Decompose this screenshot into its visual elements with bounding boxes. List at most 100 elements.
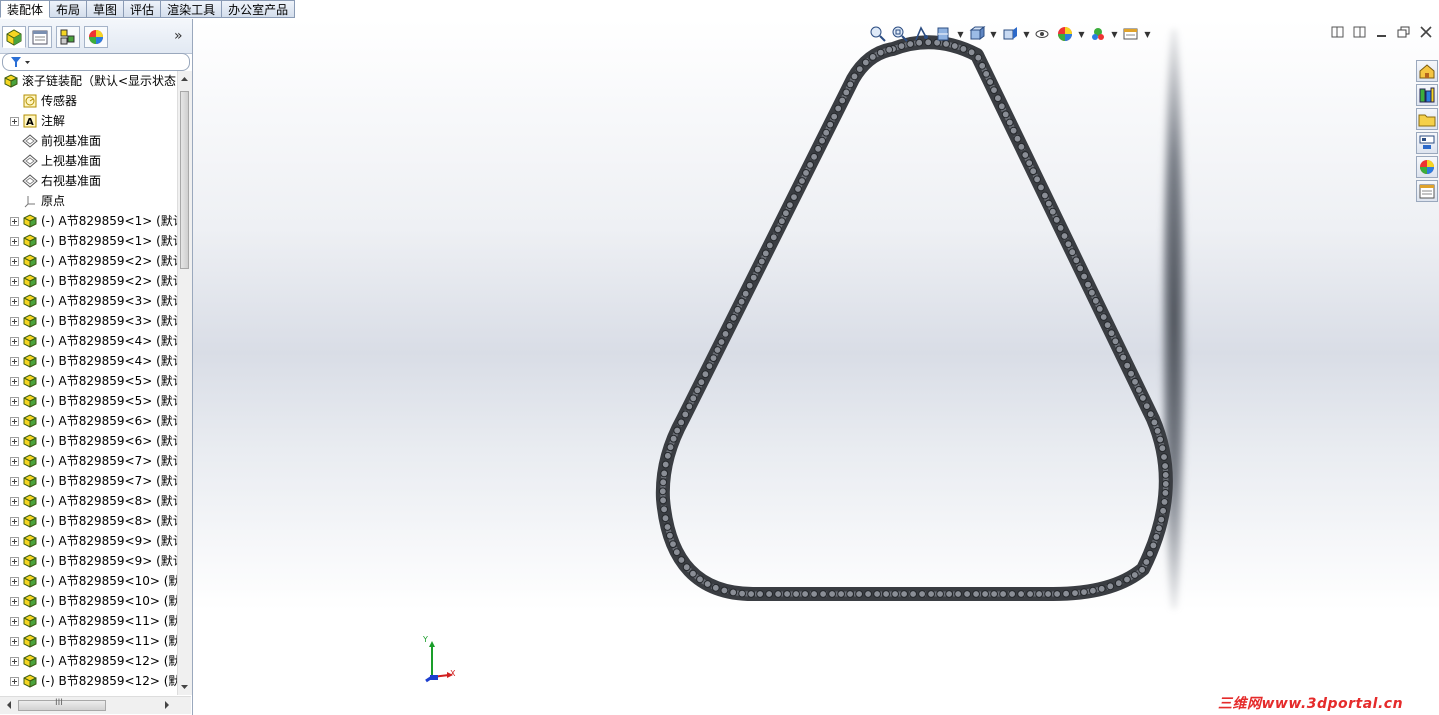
expand-toggle-icon[interactable] [10, 397, 19, 406]
expand-toggle-icon[interactable] [10, 277, 19, 286]
command-tab[interactable]: 办公室产品 [222, 0, 296, 18]
tree-item[interactable]: (-) B节829859<11> (默认 [0, 631, 178, 651]
tree-item[interactable]: (-) B节829859<8> (默认 [0, 511, 178, 531]
tree-item[interactable]: 右视基准面 [0, 171, 178, 191]
expand-toggle-icon[interactable] [10, 557, 19, 566]
tree-item[interactable]: (-) A节829859<5> (默认 [0, 371, 178, 391]
expand-toggle-icon[interactable] [10, 677, 19, 686]
command-tab[interactable]: 草图 [87, 0, 125, 18]
dropdown-arrow-icon[interactable]: ▼ [1144, 30, 1151, 39]
dropdown-arrow-icon[interactable]: ▼ [957, 30, 964, 39]
expand-toggle-icon[interactable] [10, 537, 19, 546]
property-manager-tab[interactable] [28, 26, 52, 48]
vertical-scroll-thumb[interactable] [180, 91, 189, 269]
zoom-to-fit-button[interactable] [869, 25, 887, 43]
minimize-button[interactable] [1375, 25, 1389, 39]
tile-right-button[interactable] [1353, 25, 1367, 39]
tree-item[interactable]: (-) B节829859<9> (默认 [0, 551, 178, 571]
expand-toggle-icon[interactable] [10, 497, 19, 506]
expand-toggle-icon[interactable] [10, 357, 19, 366]
tree-item[interactable]: (-) A节829859<1> (默认 [0, 211, 178, 231]
view-settings-button[interactable] [1122, 25, 1140, 43]
custom-properties-tab[interactable] [1416, 180, 1438, 202]
tree-root-assembly[interactable]: 滚子链装配（默认<显示状态 [0, 71, 178, 91]
tree-item[interactable]: (-) B节829859<10> (默认 [0, 591, 178, 611]
tree-item[interactable]: 原点 [0, 191, 178, 211]
tree-item[interactable]: (-) B节829859<5> (默认 [0, 391, 178, 411]
tree-filter[interactable] [2, 53, 190, 71]
expand-toggle-icon[interactable] [10, 517, 19, 526]
configuration-manager-tab[interactable] [56, 26, 80, 48]
view-orientation-button[interactable] [968, 25, 986, 43]
tree-item[interactable]: (-) B节829859<12> (默认 [0, 671, 178, 691]
tree-item[interactable]: (-) A节829859<9> (默认 [0, 531, 178, 551]
tree-item[interactable]: (-) A节829859<6> (默认 [0, 411, 178, 431]
tree-item[interactable]: (-) B节829859<1> (默认 [0, 231, 178, 251]
expand-toggle-icon[interactable] [10, 117, 19, 126]
expand-toggle-icon[interactable] [10, 417, 19, 426]
horizontal-scroll-thumb[interactable]: III [18, 698, 106, 711]
edit-appearance-button[interactable] [1056, 25, 1074, 43]
expand-toggle-icon[interactable] [10, 617, 19, 626]
dropdown-arrow-icon[interactable]: ▼ [1111, 30, 1118, 39]
tree-item[interactable]: (-) A节829859<10> (默认 [0, 571, 178, 591]
expand-toggle-icon[interactable] [10, 337, 19, 346]
expand-pane-button[interactable]: » [174, 28, 183, 44]
expand-toggle-icon[interactable] [10, 217, 19, 226]
design-library-tab[interactable] [1416, 84, 1438, 106]
dropdown-arrow-icon[interactable]: ▼ [1023, 30, 1030, 39]
expand-toggle-icon[interactable] [10, 637, 19, 646]
tree-item[interactable]: (-) B节829859<2> (默认 [0, 271, 178, 291]
graphics-area[interactable]: ▼ ▼ ▼ ▼ ▼ ▼ Y X [193, 19, 1439, 715]
tree-item[interactable]: (-) B节829859<7> (默认 [0, 471, 178, 491]
file-explorer-tab[interactable] [1416, 108, 1438, 130]
tile-left-button[interactable] [1331, 25, 1345, 39]
solidworks-resources-tab[interactable] [1416, 60, 1438, 82]
expand-toggle-icon[interactable] [10, 377, 19, 386]
expand-toggle-icon[interactable] [10, 317, 19, 326]
dropdown-arrow-icon[interactable]: ▼ [990, 30, 997, 39]
tree-item[interactable]: (-) A节829859<4> (默认 [0, 331, 178, 351]
tree-item[interactable]: 前视基准面 [0, 131, 178, 151]
expand-toggle-icon[interactable] [10, 457, 19, 466]
tree-vertical-scrollbar[interactable] [177, 71, 192, 695]
view-palette-tab[interactable] [1416, 132, 1438, 154]
tree-item[interactable]: (-) B节829859<3> (默认 [0, 311, 178, 331]
expand-toggle-icon[interactable] [10, 657, 19, 666]
expand-toggle-icon[interactable] [10, 297, 19, 306]
tree-item[interactable]: (-) B节829859<4> (默认 [0, 351, 178, 371]
expand-toggle-icon[interactable] [10, 477, 19, 486]
zoom-to-area-button[interactable] [891, 25, 909, 43]
apply-scene-button[interactable] [1089, 25, 1107, 43]
display-style-button[interactable] [1001, 25, 1019, 43]
previous-view-button[interactable] [913, 25, 931, 43]
appearances-scenes-tab[interactable] [1416, 156, 1438, 178]
expand-toggle-icon[interactable] [10, 257, 19, 266]
command-tab[interactable]: 评估 [124, 0, 162, 18]
tree-item[interactable]: (-) A节829859<7> (默认 [0, 451, 178, 471]
restore-button[interactable] [1397, 25, 1411, 39]
dropdown-arrow-icon[interactable]: ▼ [1078, 30, 1085, 39]
tree-item[interactable]: (-) A节829859<2> (默认 [0, 251, 178, 271]
appearance-tab[interactable] [84, 26, 108, 48]
expand-toggle-icon[interactable] [10, 237, 19, 246]
tree-item[interactable]: (-) A节829859<11> (默认 [0, 611, 178, 631]
command-tab[interactable]: 渲染工具 [161, 0, 223, 18]
hide-show-items-button[interactable] [1034, 25, 1052, 43]
close-button[interactable] [1419, 25, 1433, 39]
tree-item[interactable]: (-) A节829859<3> (默认 [0, 291, 178, 311]
tree-item[interactable]: 传感器 [0, 91, 178, 111]
tree-item[interactable]: (-) A节829859<8> (默认 [0, 491, 178, 511]
tree-item[interactable]: 上视基准面 [0, 151, 178, 171]
tree-item[interactable]: A 注解 [0, 111, 178, 131]
expand-toggle-icon[interactable] [10, 597, 19, 606]
tree-horizontal-scrollbar[interactable]: III [0, 696, 191, 714]
tree-item[interactable]: (-) A节829859<12> (默认 [0, 651, 178, 671]
expand-toggle-icon[interactable] [10, 577, 19, 586]
section-view-button[interactable] [935, 25, 953, 43]
expand-toggle-icon[interactable] [10, 437, 19, 446]
tree-item[interactable]: (-) B节829859<6> (默认 [0, 431, 178, 451]
feature-manager-tab[interactable] [2, 26, 26, 48]
command-tab[interactable]: 布局 [50, 0, 88, 18]
command-tab[interactable]: 装配体 [0, 0, 51, 18]
